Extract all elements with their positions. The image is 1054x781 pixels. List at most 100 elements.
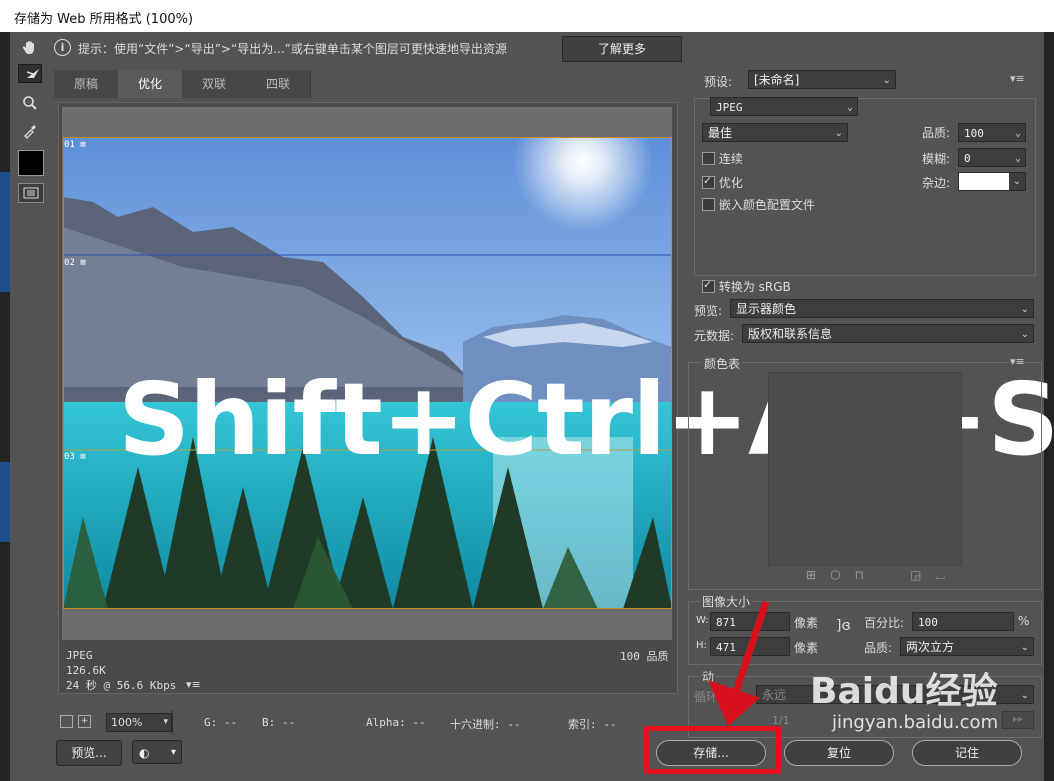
progressive-checkbox[interactable]: 连续 (702, 150, 743, 167)
resample-value: 两次立方 (906, 640, 955, 654)
learn-more-button[interactable]: 了解更多 (562, 36, 682, 62)
blur-label: 模糊: (922, 152, 951, 166)
trash-icon[interactable]: ⌴ (935, 568, 959, 582)
zoom-level-select[interactable]: 100% ▾ (106, 713, 172, 732)
tab-4-up[interactable]: 四联 (246, 70, 311, 98)
lock-icon[interactable]: ⊓ (855, 568, 878, 582)
color-table-title: 颜色表 (702, 355, 743, 372)
resample-label: 品质: (864, 641, 893, 655)
preview-color-select[interactable]: 显示器颜色 ⌄ (730, 299, 1034, 318)
preset-label: 预设: (704, 75, 733, 89)
width-unit: 像素 (794, 616, 819, 630)
preview-color-label: 预览: (694, 304, 723, 318)
embed-profile-label: 嵌入颜色配置文件 (718, 198, 815, 212)
cube-icon[interactable]: ⬡ (830, 568, 854, 582)
eyedropper-tool-icon[interactable] (18, 120, 42, 142)
preset-select[interactable]: [未命名] ⌄ (748, 70, 896, 89)
preview-quality-info: 100 品质 (620, 650, 669, 663)
green-readout: G: -- (204, 716, 238, 729)
chevron-down-icon: ⌄ (1020, 329, 1029, 340)
toggle-slices-visibility-icon[interactable] (18, 183, 44, 203)
chevron-down-icon: ⌄ (1020, 690, 1029, 701)
optimized-checkbox[interactable]: 优化 (702, 174, 743, 191)
checkbox-checked[interactable] (702, 278, 715, 293)
color-table-actions: ⊞⬡⊓ (806, 568, 878, 582)
tab-original[interactable]: 原稿 (54, 70, 119, 98)
color-table-menu-icon[interactable]: ▾≡ (1010, 355, 1025, 368)
divider (172, 710, 173, 734)
chevron-down-icon: ⌄ (1020, 304, 1029, 315)
percent-unit: % (1018, 614, 1030, 628)
metadata-select[interactable]: 版权和联系信息 ⌄ (742, 324, 1034, 343)
height-unit: 像素 (794, 641, 819, 655)
chevron-down-icon: ⌄ (1009, 173, 1025, 190)
reset-button[interactable]: 复位 (784, 740, 894, 766)
matte-color-select[interactable]: ⌄ (958, 172, 1026, 191)
checkbox[interactable] (702, 198, 715, 211)
zoom-tool-icon[interactable] (18, 92, 42, 114)
chevron-down-icon: ▾ (170, 747, 176, 758)
chevron-down-icon: ▾ (163, 717, 168, 727)
slice-label-02[interactable]: 02 ⊠ (64, 258, 86, 268)
compression-quality-select[interactable]: 最佳 ⌄ (702, 123, 848, 142)
slice-label-03[interactable]: 03 ⊠ (64, 452, 86, 462)
window-title: 存储为 Web 所用格式 (100%) (14, 12, 194, 27)
last-frame-icon[interactable]: ▸▸ (1002, 711, 1034, 729)
globe-icon: ◐ (139, 746, 150, 760)
slice-number: 01 (64, 140, 75, 150)
hex-readout: 十六进制: -- (450, 718, 521, 731)
file-size: 126.6K (66, 664, 106, 677)
quality-input[interactable]: 100 ⌄ (958, 123, 1026, 142)
window-titlebar: 存储为 Web 所用格式 (100%) (0, 0, 1054, 32)
chevron-down-icon: ⌄ (846, 102, 853, 113)
color-table-swatches[interactable] (768, 372, 962, 566)
blur-input[interactable]: 0 ⌄ (958, 148, 1026, 167)
web-snap-icon[interactable]: ⊞ (806, 568, 830, 582)
info-icon: i (54, 39, 71, 56)
matte-label: 杂边: (922, 176, 951, 190)
slice-number: 03 (64, 452, 75, 462)
percent-label: 百分比: (864, 616, 905, 630)
remember-button[interactable]: 记住 (912, 740, 1022, 766)
color-table-actions-2: ◲⌴ (910, 568, 959, 583)
convert-srgb-checkbox[interactable]: 转换为 sRGB (702, 278, 791, 295)
file-format-select[interactable]: JPEG ⌄ (710, 97, 858, 116)
chevron-down-icon: ⌄ (1014, 153, 1021, 164)
link-constrain-icon[interactable]: ]ɞ (836, 618, 851, 634)
progressive-label: 连续 (718, 152, 743, 166)
tab-optimized[interactable]: 优化 (118, 70, 183, 98)
tab-2-up[interactable]: 双联 (182, 70, 247, 98)
red-highlight-box (644, 726, 781, 774)
download-speed-menu-icon[interactable]: ▾≡ (186, 678, 201, 691)
resample-select[interactable]: 两次立方 ⌄ (900, 637, 1034, 656)
format-value: JPEG (716, 101, 743, 114)
new-color-icon[interactable]: ◲ (910, 568, 935, 582)
watermark-brand: Baidu经验 (810, 671, 998, 712)
chevron-down-icon: ⌄ (1020, 642, 1029, 653)
slice-select-tool-icon[interactable] (18, 64, 42, 83)
browser-preview-button[interactable]: ◐ ▾ (132, 740, 182, 764)
checkbox[interactable] (702, 152, 715, 165)
quality-value: 100 (964, 127, 984, 140)
download-time: 24 秒 @ 56.6 Kbps (66, 679, 177, 692)
background-app-left (0, 32, 10, 781)
percent-input[interactable]: 100 (912, 612, 1014, 631)
hand-tool-icon[interactable] (18, 36, 42, 58)
preview-button[interactable]: 预览... (56, 740, 122, 766)
slice-label-01[interactable]: 01 ⊠ (64, 140, 86, 150)
alpha-readout: Alpha: -- (366, 716, 426, 729)
zoom-out-icon[interactable] (60, 715, 73, 728)
chevron-down-icon: ⌄ (882, 75, 891, 86)
eyedropper-color-swatch[interactable] (18, 150, 44, 176)
checkbox-checked[interactable] (702, 174, 715, 189)
quality-label: 品质: (922, 126, 951, 140)
embed-profile-checkbox[interactable]: 嵌入颜色配置文件 (702, 196, 815, 213)
zoom-value: 100% (111, 716, 143, 729)
metadata-value: 版权和联系信息 (748, 327, 833, 341)
file-format: JPEG (66, 649, 93, 662)
zoom-in-icon[interactable]: + (78, 715, 91, 728)
blue-readout: B: -- (262, 716, 296, 729)
red-arrow-annotation (708, 600, 770, 726)
preset-menu-icon[interactable]: ▾≡ (1010, 72, 1025, 85)
baidu-watermark: Baidu经验 jingyan.baidu.com (810, 671, 998, 734)
